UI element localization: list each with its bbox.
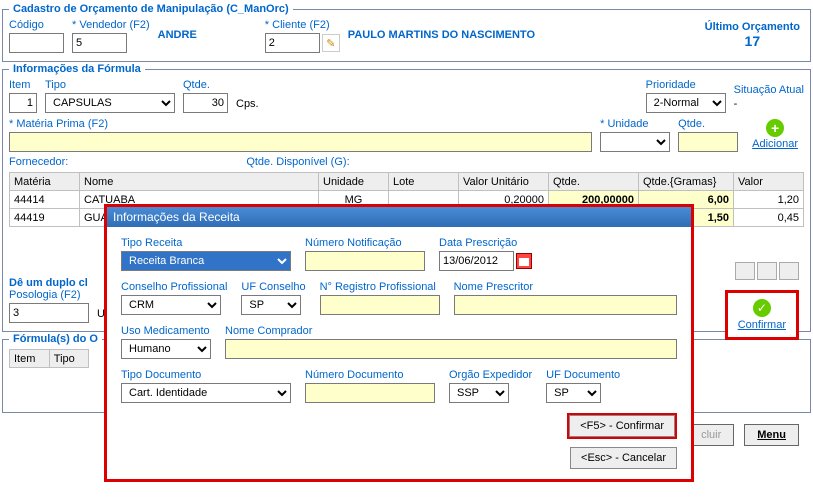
col-item2: Item — [10, 350, 50, 368]
fornecedor-label: Fornecedor: — [9, 156, 68, 168]
conselho-select[interactable]: CRM — [121, 295, 221, 315]
plus-icon: + — [766, 119, 784, 137]
mini-icon-2[interactable] — [757, 262, 777, 280]
posologia-input[interactable] — [9, 303, 89, 323]
receita-dialog: Informações da Receita Tipo Receita Rece… — [104, 204, 694, 482]
qtde2-input[interactable] — [678, 132, 738, 152]
codigo-label: Código — [9, 19, 64, 31]
col-valor: Valor — [734, 173, 804, 191]
cliente-input[interactable] — [265, 33, 320, 53]
orgao-label: Orgão Expedidor — [449, 369, 532, 381]
situacao-label: Situação Atual — [734, 84, 804, 96]
check-icon: ✓ — [753, 299, 771, 317]
prioridade-select[interactable]: 2-Normal — [646, 93, 726, 113]
col-unidade: Unidade — [319, 173, 389, 191]
col-vu: Valor Unitário — [459, 173, 549, 191]
col-materia: Matéria — [10, 173, 80, 191]
edit-icon[interactable]: ✎ — [322, 34, 340, 52]
mini-icon-3[interactable] — [779, 262, 799, 280]
uso-med-label: Uso Medicamento — [121, 325, 211, 337]
col-lote: Lote — [389, 173, 459, 191]
dialog-title: Informações da Receita — [107, 207, 691, 227]
unidade-select[interactable] — [600, 132, 670, 152]
formulas-table: Item Tipo — [9, 349, 89, 368]
materia-label: Matéria Prima (F2) — [9, 118, 592, 130]
data-presc-label: Data Prescrição — [439, 237, 532, 249]
unidade-label: Unidade — [600, 118, 670, 130]
materia-input[interactable] — [9, 132, 592, 152]
nome-comp-input[interactable] — [225, 339, 677, 359]
nome-presc-label: Nome Prescritor — [454, 281, 677, 293]
num-doc-input[interactable] — [305, 383, 435, 403]
num-notif-label: Número Notificação — [305, 237, 425, 249]
tipo-select[interactable]: CAPSULAS — [45, 93, 175, 113]
tipo-label: Tipo — [45, 79, 175, 91]
item-input[interactable] — [9, 93, 37, 113]
f5-confirmar-button[interactable]: <F5> - Confirmar — [569, 415, 675, 437]
tipo-doc-label: Tipo Documento — [121, 369, 291, 381]
codigo-input[interactable] — [9, 33, 64, 53]
excluir-button[interactable]: cluir — [688, 424, 734, 446]
mini-icon-1[interactable] — [735, 262, 755, 280]
tipo-doc-select[interactable]: Cart. Identidade — [121, 383, 291, 403]
qtde-disp-label: Qtde. Disponível (G): — [246, 156, 349, 168]
formulas-legend: Fórmula(s) do O — [9, 333, 102, 345]
formula-legend: Informações da Fórmula — [9, 63, 145, 75]
conselho-label: Conselho Profissional — [121, 281, 227, 293]
menu-button[interactable]: Menu — [744, 424, 799, 446]
col-tipo2: Tipo — [49, 350, 88, 368]
posologia-label: Posologia (F2) — [9, 289, 89, 301]
confirmar-button[interactable]: ✓ Confirmar — [725, 290, 799, 340]
tipo-receita-label: Tipo Receita — [121, 237, 291, 249]
col-qtde: Qtde. — [549, 173, 639, 191]
uf-conselho-label: UF Conselho — [241, 281, 305, 293]
uf-doc-select[interactable]: SP — [546, 383, 601, 403]
item-label: Item — [9, 79, 37, 91]
cliente-label: Cliente (F2) — [265, 19, 340, 31]
calendar-icon[interactable] — [516, 253, 532, 269]
col-qg: Qtde.{Gramas} — [639, 173, 734, 191]
nreg-input[interactable] — [320, 295, 440, 315]
nome-comp-label: Nome Comprador — [225, 325, 677, 337]
tipo-receita-select[interactable]: Receita Branca — [121, 251, 291, 271]
uf-doc-label: UF Documento — [546, 369, 620, 381]
col-nome: Nome — [80, 173, 319, 191]
nreg-label: N° Registro Profissional — [320, 281, 440, 293]
num-doc-label: Número Documento — [305, 369, 435, 381]
data-presc-input[interactable] — [439, 251, 514, 271]
prioridade-label: Prioridade — [646, 79, 726, 91]
ultimo-orcamento: Último Orçamento 17 — [705, 21, 800, 49]
orgao-select[interactable]: SSP — [449, 383, 509, 403]
unit-suffix: Cps. — [236, 98, 259, 113]
uso-med-select[interactable]: Humano — [121, 339, 211, 359]
num-notif-input[interactable] — [305, 251, 425, 271]
header-fieldset: Cadastro de Orçamento de Manipulação (C_… — [2, 3, 811, 62]
vendedor-input[interactable] — [72, 33, 127, 53]
qtde2-label: Qtde. — [678, 118, 738, 130]
nome-presc-input[interactable] — [454, 295, 677, 315]
qtde-input[interactable] — [183, 93, 228, 113]
vendedor-name: ANDRE — [158, 29, 197, 43]
cliente-name: PAULO MARTINS DO NASCIMENTO — [348, 29, 535, 43]
esc-cancelar-button[interactable]: <Esc> - Cancelar — [570, 447, 677, 469]
adicionar-button[interactable]: + Adicionar — [746, 117, 804, 152]
uf-conselho-select[interactable]: SP — [241, 295, 301, 315]
vendedor-label: Vendedor (F2) — [72, 19, 150, 31]
situacao-value: - — [734, 98, 804, 113]
qtde-label: Qtde. — [183, 79, 228, 91]
header-legend: Cadastro de Orçamento de Manipulação (C_… — [9, 3, 293, 15]
mini-toolbar — [735, 262, 799, 280]
